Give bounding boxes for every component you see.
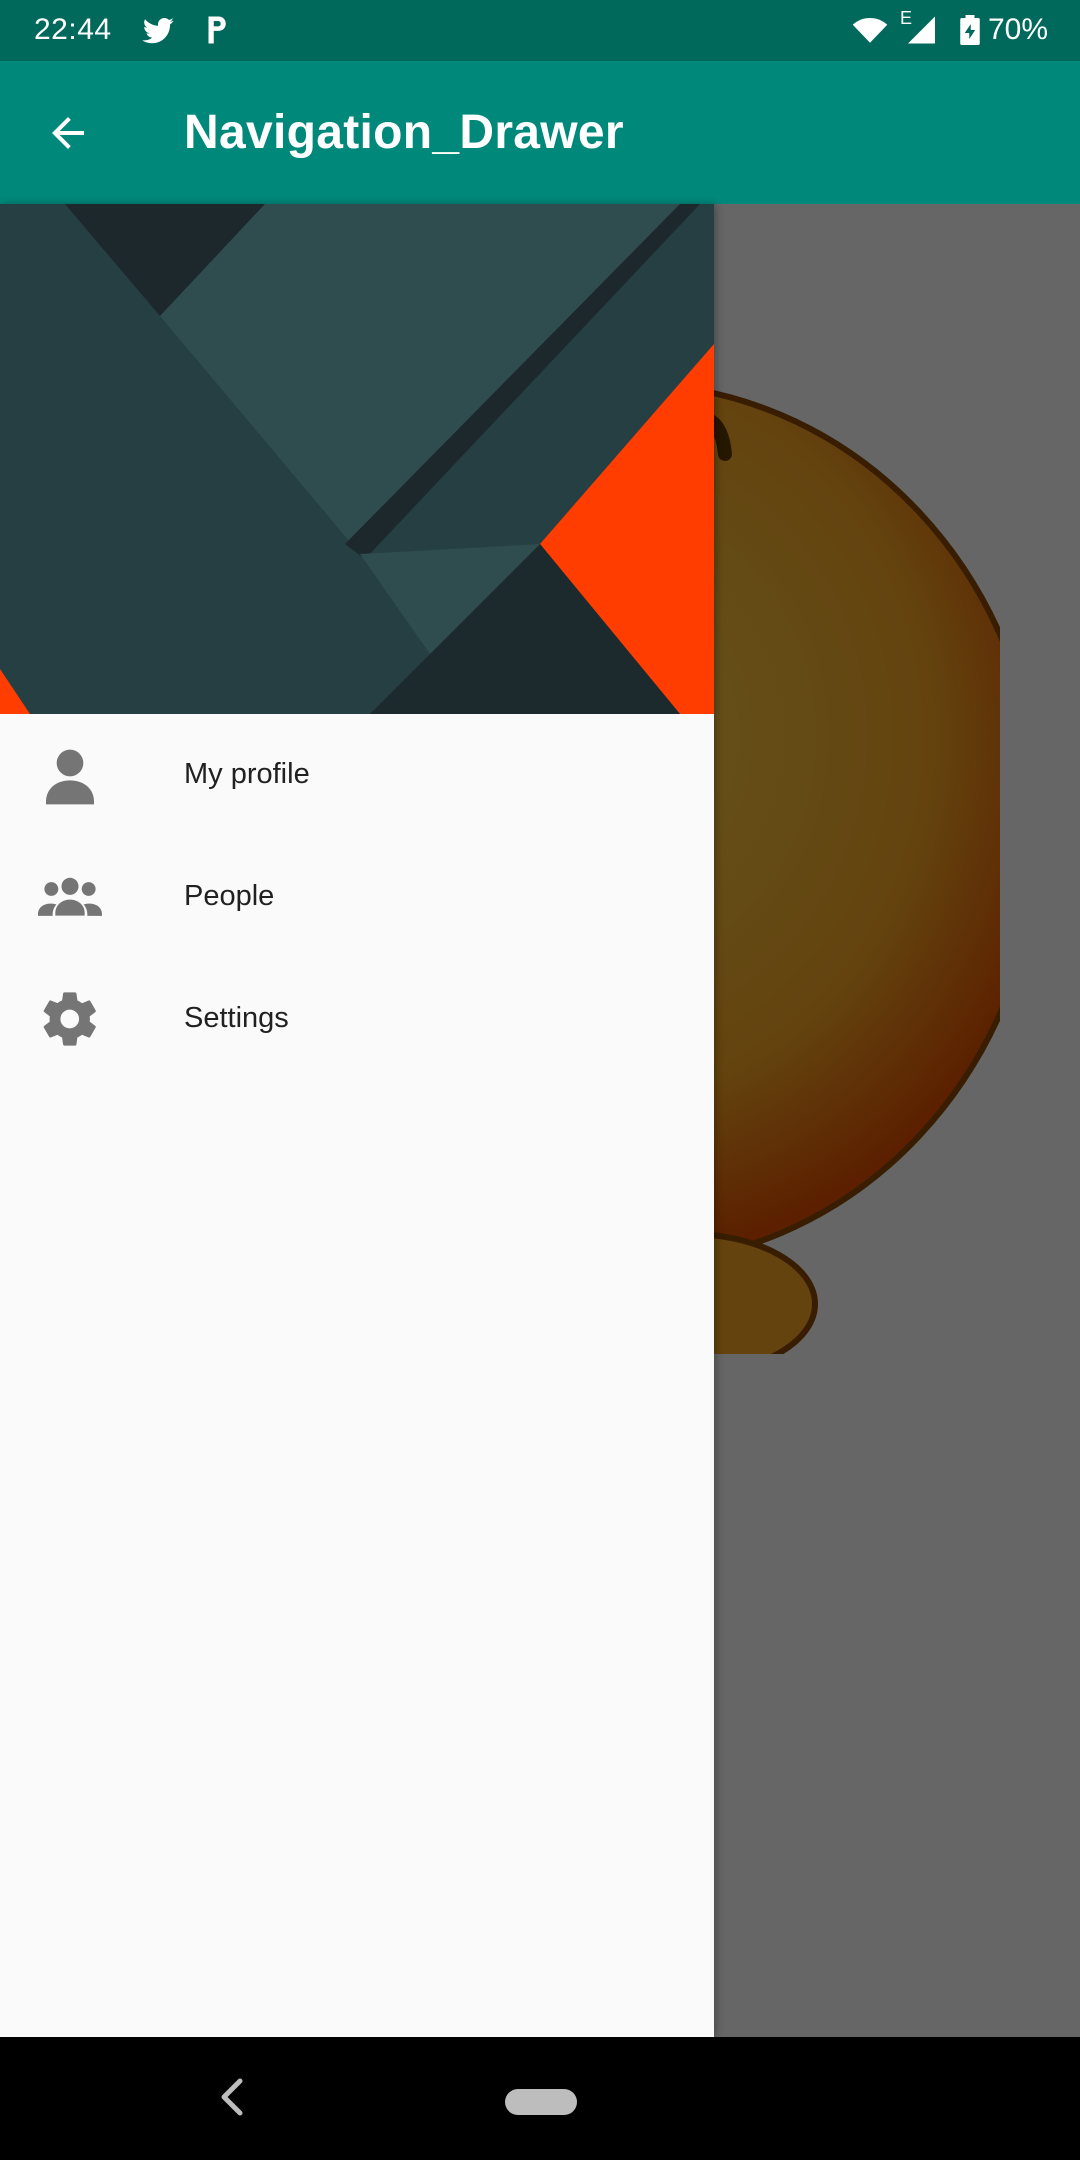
drawer-item-label: My profile bbox=[184, 758, 310, 790]
status-bar: 22:44 E 70% bbox=[0, 0, 1080, 61]
drawer-item-people[interactable]: People bbox=[0, 836, 714, 958]
arrow-back-icon bbox=[52, 117, 84, 149]
drawer-item-label: People bbox=[184, 880, 275, 912]
drawer-header bbox=[0, 204, 714, 714]
twitter-icon bbox=[142, 18, 174, 44]
page-title: Navigation_Drawer bbox=[184, 106, 624, 159]
wifi-icon bbox=[852, 18, 888, 43]
gear-icon bbox=[43, 992, 96, 1046]
app-bar: Navigation_Drawer bbox=[0, 61, 1080, 204]
drawer-menu: My profile People Settings bbox=[0, 714, 714, 1080]
status-time: 22:44 bbox=[34, 13, 112, 46]
p-icon bbox=[208, 16, 226, 44]
material-header-background bbox=[0, 204, 714, 714]
drawer-item-settings[interactable]: Settings bbox=[0, 958, 714, 1080]
navigation-drawer: My profile People Settings bbox=[0, 204, 714, 2037]
back-button[interactable] bbox=[36, 101, 100, 165]
signal-icon bbox=[908, 16, 935, 44]
drawer-item-label: Settings bbox=[184, 1002, 289, 1034]
battery-percent: 70% bbox=[988, 13, 1049, 46]
nav-back-icon[interactable] bbox=[212, 2075, 252, 2119]
battery-charging-icon bbox=[960, 15, 980, 45]
drawer-item-my-profile[interactable]: My profile bbox=[0, 714, 714, 836]
people-icon bbox=[38, 877, 102, 916]
system-nav-bar bbox=[0, 2037, 1080, 2160]
nav-home-button[interactable] bbox=[505, 2089, 577, 2115]
person-icon bbox=[46, 749, 94, 805]
